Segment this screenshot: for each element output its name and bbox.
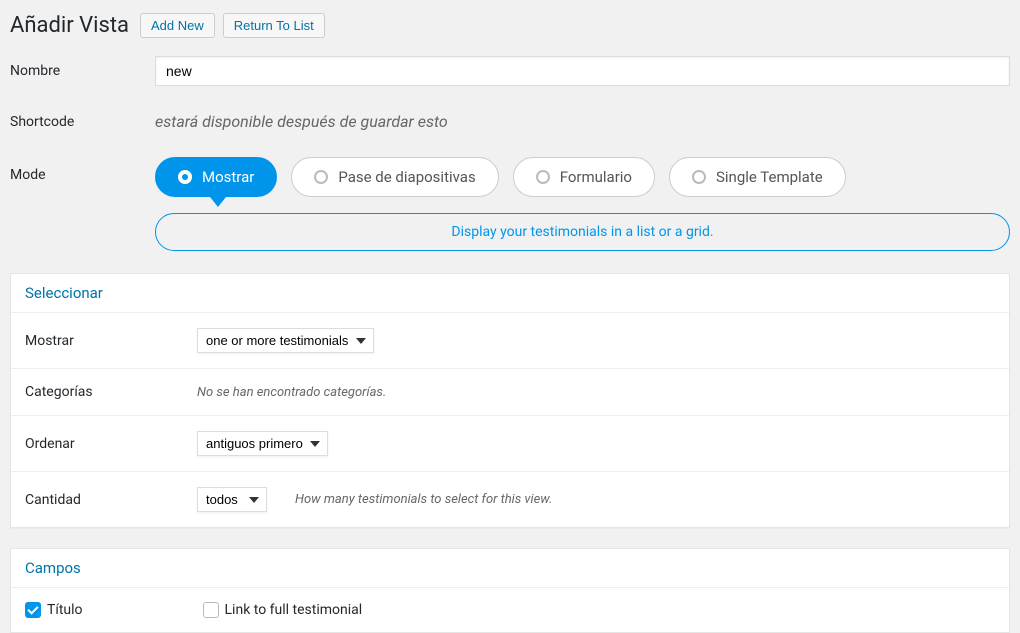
mode-pill-slideshow[interactable]: Pase de diapositivas (291, 157, 498, 197)
fields-panel-header: Campos (11, 549, 1009, 588)
mode-label: Mode (10, 157, 155, 183)
order-label: Ordenar (25, 436, 197, 452)
mode-content: Mostrar Pase de diapositivas Formulario … (155, 157, 1010, 251)
show-select[interactable]: one or more testimonials (197, 328, 374, 353)
mode-pill-label: Pase de diapositivas (338, 168, 475, 186)
fields-panel-title: Campos (25, 559, 995, 577)
radio-icon (536, 170, 550, 184)
quantity-note: How many testimonials to select for this… (295, 492, 552, 507)
mode-pills: Mostrar Pase de diapositivas Formulario … (155, 157, 1010, 197)
select-panel-title: Seleccionar (25, 284, 995, 302)
radio-icon (314, 170, 328, 184)
link-checkbox[interactable] (203, 602, 219, 618)
link-checkbox-container: Link to full testimonial (203, 602, 363, 618)
mode-pill-form[interactable]: Formulario (513, 157, 655, 197)
title-checkbox[interactable] (25, 602, 41, 618)
categories-empty-text: No se han encontrado categorías. (197, 385, 386, 400)
shortcode-placeholder-text: estará disponible después de guardar est… (155, 112, 448, 131)
mode-row: Mode Mostrar Pase de diapositivas Formul… (10, 157, 1010, 251)
shortcode-row: Shortcode estará disponible después de g… (10, 112, 1010, 131)
add-new-button[interactable]: Add New (140, 13, 215, 38)
select-panel-header: Seleccionar (11, 274, 1009, 313)
name-input[interactable] (155, 56, 1010, 86)
categories-label: Categorías (25, 384, 197, 400)
show-row: Mostrar one or more testimonials (11, 313, 1009, 369)
pill-pointer-icon (210, 197, 226, 207)
page-title: Añadir Vista (10, 13, 129, 38)
order-select[interactable]: antiguos primero (197, 431, 328, 456)
order-row: Ordenar antiguos primero (11, 416, 1009, 472)
mode-pill-single-template[interactable]: Single Template (669, 157, 846, 197)
fields-checkbox-row: Título Link to full testimonial (11, 588, 1009, 632)
return-to-list-button[interactable]: Return To List (223, 13, 325, 38)
quantity-select[interactable]: todos (197, 487, 267, 512)
title-checkbox-container: Título (25, 602, 83, 618)
mode-pill-display[interactable]: Mostrar (155, 157, 277, 197)
fields-panel: Campos Título Link to full testimonial (10, 548, 1010, 633)
link-checkbox-label: Link to full testimonial (225, 602, 363, 618)
title-checkbox-label: Título (47, 602, 83, 618)
name-label: Nombre (10, 63, 155, 79)
page-header: Añadir Vista Add New Return To List (10, 10, 1010, 38)
mode-pill-label: Single Template (716, 168, 823, 186)
select-panel: Seleccionar Mostrar one or more testimon… (10, 273, 1010, 528)
mode-pill-label: Formulario (560, 168, 632, 186)
quantity-row: Cantidad todos How many testimonials to … (11, 472, 1009, 527)
radio-icon (692, 170, 706, 184)
categories-row: Categorías No se han encontrado categorí… (11, 369, 1009, 416)
radio-icon (178, 170, 192, 184)
name-row: Nombre (10, 56, 1010, 86)
mode-pill-label: Mostrar (202, 168, 254, 186)
shortcode-label: Shortcode (10, 114, 155, 130)
quantity-label: Cantidad (25, 492, 197, 508)
mode-description: Display your testimonials in a list or a… (155, 213, 1010, 251)
show-label: Mostrar (25, 333, 197, 349)
